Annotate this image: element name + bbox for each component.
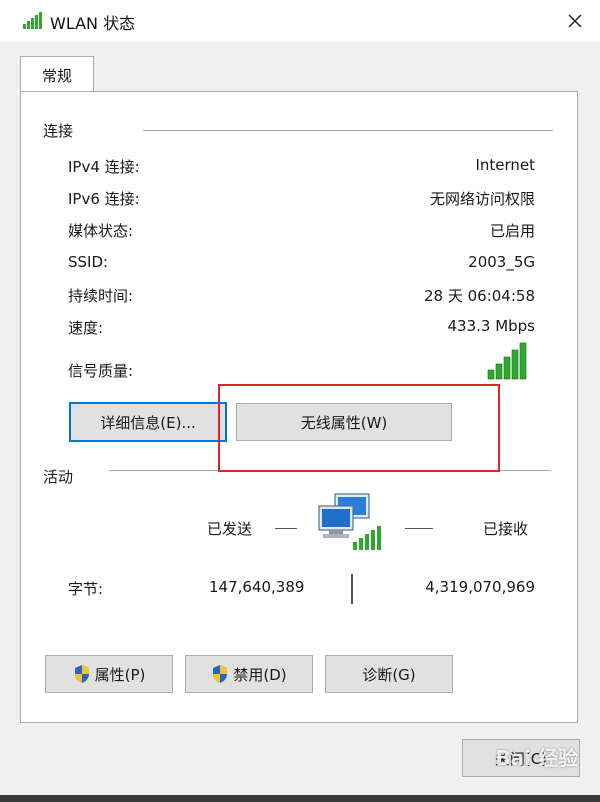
close-dialog-button[interactable]: 关闭(C): [462, 739, 580, 777]
ssid-value: 2003_5G: [468, 253, 535, 271]
activity-section-label: 活动: [43, 468, 74, 486]
wlan-status-dialog: WLAN 状态 常规 连接 IPv4 连接: Internet IPv6 连接:…: [0, 0, 600, 795]
tab-general[interactable]: 常规: [20, 56, 94, 93]
disable-button-label: 禁用(D): [233, 665, 287, 684]
media-state-label: 媒体状态:: [68, 222, 134, 240]
properties-button-label: 属性(P): [94, 665, 146, 684]
title-bar: WLAN 状态: [0, 0, 600, 42]
speed-value: 433.3 Mbps: [447, 317, 535, 335]
activity-divider: [109, 470, 551, 471]
ipv4-label: IPv4 连接:: [68, 158, 140, 176]
bytes-sent-value: 147,640,389: [209, 578, 305, 596]
diagnose-button[interactable]: 诊断(G): [325, 655, 453, 693]
bytes-label: 字节:: [68, 580, 104, 598]
properties-button[interactable]: 属性(P): [45, 655, 173, 693]
uac-shield-icon: [74, 665, 89, 683]
uac-shield-icon: [213, 665, 228, 683]
received-label: 已接收: [483, 520, 529, 538]
signal-quality-icon: [487, 342, 527, 380]
details-button[interactable]: 详细信息(E)...: [69, 402, 227, 442]
bytes-received-value: 4,319,070,969: [425, 578, 535, 596]
disable-button[interactable]: 禁用(D): [185, 655, 313, 693]
connection-divider: [143, 130, 553, 131]
duration-value: 28 天 06:04:58: [424, 287, 535, 305]
sent-label: 已发送: [207, 520, 253, 538]
received-dash: [405, 528, 433, 529]
network-computers-icon: [318, 493, 381, 550]
ipv6-value: 无网络访问权限: [429, 190, 535, 208]
wireless-properties-button[interactable]: 无线属性(W): [236, 403, 452, 441]
duration-label: 持续时间:: [68, 287, 134, 305]
ssid-label: SSID:: [68, 253, 109, 271]
media-state-value: 已启用: [489, 222, 535, 240]
general-panel: 连接 IPv4 连接: Internet IPv6 连接: 无网络访问权限 媒体…: [20, 91, 578, 723]
wifi-signal-icon: [23, 12, 42, 29]
close-window-button[interactable]: [550, 0, 600, 42]
window-title: WLAN 状态: [50, 14, 136, 33]
close-icon: [568, 14, 582, 28]
bytes-divider: [351, 574, 353, 604]
connection-section-label: 连接: [43, 122, 74, 140]
ipv6-label: IPv6 连接:: [68, 190, 140, 208]
signal-quality-label: 信号质量:: [68, 362, 134, 380]
ipv4-value: Internet: [475, 156, 535, 174]
speed-label: 速度:: [68, 319, 104, 337]
sent-dash: [275, 528, 297, 529]
